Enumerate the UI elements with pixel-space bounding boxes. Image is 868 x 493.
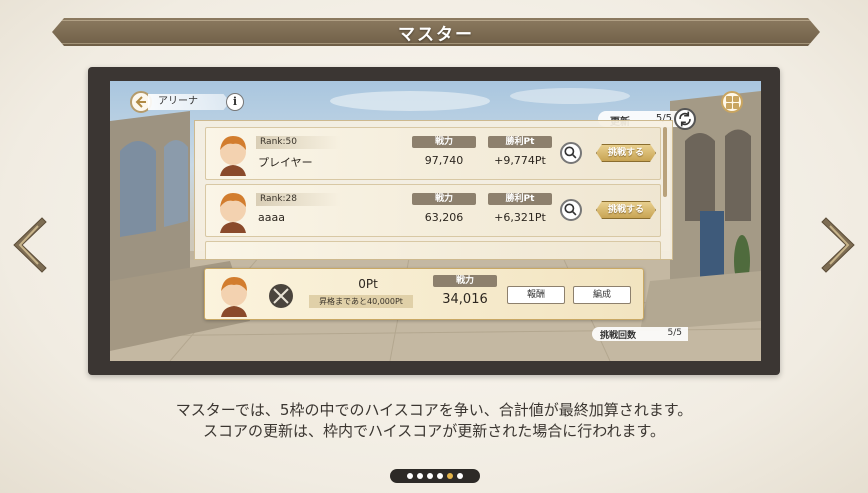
description-line-1: マスターでは、5枠の中でのハイスコアを争い、合計値が最終加算されます。 bbox=[175, 401, 693, 419]
arena-screen-preview: アリーナ i 更新 5/5 Rank:50 プレイヤー 戦力 97,740 勝利… bbox=[110, 81, 761, 361]
description-line-2: スコアの更新は、枠内でハイスコアが更新された場合に行われます。 bbox=[202, 422, 665, 440]
win-points-value: +6,321Pt bbox=[494, 211, 546, 224]
rank-tag: Rank:28 bbox=[256, 193, 340, 206]
arena-tab: アリーナ bbox=[148, 94, 230, 110]
challenge-count: 挑戦回数 5/5 bbox=[592, 327, 688, 341]
power-value: 97,740 bbox=[424, 154, 464, 167]
formation-button[interactable]: 編成 bbox=[573, 286, 631, 304]
player-name: aaaa bbox=[258, 211, 285, 224]
chevron-left-icon[interactable] bbox=[8, 216, 48, 274]
win-points-header: 勝利Pt bbox=[488, 136, 552, 148]
power-header: 戦力 bbox=[412, 136, 476, 148]
pagination-dot[interactable] bbox=[437, 473, 443, 479]
list-item: Rank:50 プレイヤー 戦力 97,740 勝利Pt +9,774Pt 挑戦… bbox=[205, 127, 661, 180]
avatar bbox=[220, 136, 246, 176]
power-header: 戦力 bbox=[412, 193, 476, 205]
list-item bbox=[205, 241, 661, 259]
pagination-dot[interactable] bbox=[457, 473, 463, 479]
magnifier-icon[interactable] bbox=[560, 142, 582, 164]
challenge-count-value: 5/5 bbox=[667, 328, 682, 338]
scrollbar[interactable] bbox=[663, 127, 667, 197]
pagination-dot[interactable] bbox=[427, 473, 433, 479]
power-value: 63,206 bbox=[424, 211, 464, 224]
player-name: プレイヤー bbox=[258, 156, 313, 169]
rank-tag: Rank:50 bbox=[256, 136, 340, 149]
pagination-dot[interactable] bbox=[407, 473, 413, 479]
pagination-dot[interactable] bbox=[417, 473, 423, 479]
power-header: 戦力 bbox=[433, 275, 497, 287]
chevron-right-icon[interactable] bbox=[820, 216, 860, 274]
description: マスターでは、5枠の中でのハイスコアを争い、合計値が最終加算されます。 スコアの… bbox=[0, 400, 868, 442]
avatar bbox=[221, 277, 247, 317]
pagination bbox=[390, 469, 480, 483]
next-rank-text: 昇格まであと40,000Pt bbox=[309, 295, 413, 308]
avatar bbox=[220, 193, 246, 233]
grid-icon[interactable] bbox=[721, 91, 743, 113]
list-item: Rank:28 aaaa 戦力 63,206 勝利Pt +6,321Pt 挑戦す… bbox=[205, 184, 661, 237]
player-status-panel: 0Pt 昇格まであと40,000Pt 戦力 34,016 報酬 編成 bbox=[204, 268, 644, 320]
opponent-list: Rank:50 プレイヤー 戦力 97,740 勝利Pt +9,774Pt 挑戦… bbox=[194, 120, 673, 260]
refresh-icon[interactable] bbox=[674, 108, 696, 130]
rank-points: 0Pt bbox=[358, 277, 378, 291]
info-icon[interactable]: i bbox=[226, 93, 244, 111]
challenge-button[interactable]: 挑戦する bbox=[596, 201, 656, 219]
challenge-button[interactable]: 挑戦する bbox=[596, 144, 656, 162]
title-banner: マスター bbox=[52, 18, 820, 46]
crossed-swords-icon bbox=[269, 284, 293, 308]
page-title: マスター bbox=[398, 24, 474, 45]
back-arrow-icon bbox=[135, 96, 146, 108]
win-points-header: 勝利Pt bbox=[488, 193, 552, 205]
challenge-count-label: 挑戦回数 bbox=[600, 331, 637, 341]
win-points-value: +9,774Pt bbox=[494, 154, 546, 167]
power-value: 34,016 bbox=[442, 292, 488, 307]
magnifier-icon[interactable] bbox=[560, 199, 582, 221]
reward-button[interactable]: 報酬 bbox=[507, 286, 565, 304]
pagination-dot[interactable] bbox=[447, 473, 453, 479]
